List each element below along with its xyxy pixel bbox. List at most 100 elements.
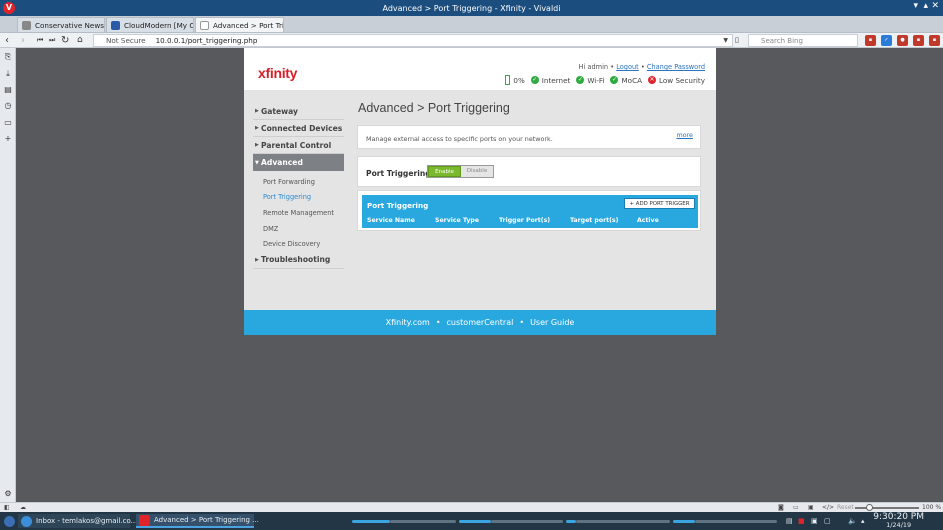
nav-troubleshooting[interactable]: ▶ Troubleshooting: [253, 252, 344, 269]
column-header: Trigger Port(s): [499, 217, 551, 224]
footer-link-customercentral[interactable]: customerCentral: [447, 318, 514, 327]
change-password-link[interactable]: Change Password: [647, 63, 705, 71]
vivaldi-tray-icon[interactable]: ■: [795, 514, 808, 528]
reload-icon[interactable]: ↻: [61, 34, 69, 47]
add-panel-icon[interactable]: +: [3, 134, 13, 144]
column-header: Service Type: [435, 217, 480, 224]
disable-button[interactable]: Disable: [461, 166, 493, 177]
description-card: Manage external access to specific ports…: [357, 125, 701, 149]
address-field[interactable]: Not Secure 10.0.0.1/port_triggering.php …: [93, 34, 733, 47]
window-title: Advanced > Port Triggering - Xfinity - V…: [382, 3, 561, 13]
tab-label: CloudModern [My Cloud: [124, 20, 194, 30]
window-titlebar: V Advanced > Port Triggering - Xfinity -…: [0, 0, 943, 16]
minimize-icon[interactable]: ▾: [913, 1, 918, 11]
zoom-slider-knob[interactable]: [866, 504, 873, 511]
nav-remote-management[interactable]: Remote Management: [253, 205, 344, 221]
bookmarks-icon[interactable]: ⎘: [3, 52, 13, 62]
battery-label: 0%: [513, 75, 525, 85]
adblock-icon[interactable]: ●: [897, 35, 908, 46]
activity-bar: [352, 520, 390, 523]
maximize-icon[interactable]: ▴: [923, 1, 928, 11]
more-link[interactable]: more: [676, 131, 693, 139]
rewind-icon[interactable]: ⏮: [37, 34, 43, 47]
activity-bar: [390, 520, 456, 523]
tab-conservative-news[interactable]: Conservative News and: [17, 17, 105, 32]
check-icon: ✓: [576, 76, 585, 84]
extension-icon[interactable]: ▪: [865, 35, 876, 46]
nav-label: Gateway: [261, 106, 298, 116]
window-panel-icon[interactable]: ▭: [3, 118, 13, 128]
panel-toggle-icon[interactable]: ◧: [4, 504, 10, 511]
notes-icon[interactable]: ▤: [3, 85, 13, 95]
zoom-reset-button[interactable]: Reset: [837, 504, 854, 511]
home-icon[interactable]: ⌂: [77, 34, 83, 47]
back-icon[interactable]: ‹: [5, 34, 9, 47]
nav-advanced[interactable]: ▼ Advanced: [253, 154, 344, 171]
nav-device-discovery[interactable]: Device Discovery: [253, 236, 344, 252]
search-input[interactable]: Search Bing: [748, 34, 858, 47]
enable-button[interactable]: Enable: [428, 166, 461, 177]
activity-bar: [673, 520, 695, 523]
taskbar-item-vivaldi[interactable]: Advanced > Port Triggering ...: [136, 514, 259, 528]
images-icon[interactable]: ▣: [808, 504, 814, 511]
status-label: MoCA: [621, 75, 643, 85]
downloads-icon[interactable]: ⤓: [3, 69, 13, 79]
capture-icon[interactable]: ◙: [778, 504, 784, 511]
settings-gear-icon[interactable]: ⚙: [3, 489, 13, 499]
url-text[interactable]: 10.0.0.1/port_triggering.php: [156, 36, 258, 45]
taskbar-label: Inbox - temlakos@gmail.co...: [36, 517, 138, 525]
taskbar-item-inbox[interactable]: Inbox - temlakos@gmail.co...: [18, 514, 137, 528]
system-clock[interactable]: 9:30:20 PM 1/24/19: [873, 512, 924, 530]
vivaldi-icon: [139, 514, 150, 526]
history-icon[interactable]: ◷: [3, 101, 13, 111]
tray-app-icon[interactable]: ▣: [808, 514, 821, 528]
taskbar-label: Advanced > Port Triggering ...: [154, 516, 259, 524]
nav-dmz[interactable]: DMZ: [253, 221, 344, 237]
clipboard-icon[interactable]: ▤: [783, 514, 796, 528]
add-port-trigger-button[interactable]: + ADD PORT TRIGGER: [624, 198, 695, 209]
cloud-sync-icon[interactable]: ☁: [20, 504, 26, 511]
nav-parental-control[interactable]: ▶ Parental Control: [253, 137, 344, 154]
page-actions-icon[interactable]: </>: [822, 504, 834, 511]
nav-port-triggering[interactable]: Port Triggering: [253, 190, 344, 206]
forward-icon[interactable]: ›: [21, 34, 25, 47]
page-title: Advanced > Port Triggering: [358, 101, 510, 115]
footer-link-xfinity[interactable]: Xfinity.com: [386, 318, 430, 327]
tab-label: Conservative News and: [35, 20, 104, 30]
chevron-right-icon: ▶: [255, 142, 259, 148]
tab-port-triggering[interactable]: Advanced > Port Triggeri: [195, 17, 284, 32]
chevron-down-icon[interactable]: ▼: [723, 37, 728, 44]
logout-link[interactable]: Logout: [616, 63, 639, 71]
battery-status: 0%: [505, 75, 525, 85]
nav-port-forwarding[interactable]: Port Forwarding: [253, 174, 344, 190]
expand-tray-icon[interactable]: ▴: [858, 514, 868, 528]
extension-icon[interactable]: ✓: [881, 35, 892, 46]
zoom-slider[interactable]: [855, 507, 919, 509]
chevron-down-icon: ▼: [255, 159, 259, 166]
nav-connected-devices[interactable]: ▶ Connected Devices: [253, 120, 344, 137]
clock-time: 9:30:20 PM: [873, 512, 924, 522]
port-triggering-label: Port Triggering:: [366, 169, 434, 178]
battery-icon: [505, 75, 511, 85]
security-label[interactable]: Not Secure: [106, 36, 146, 45]
vivaldi-logo-icon[interactable]: V: [3, 2, 15, 14]
extension-icon[interactable]: ▪: [929, 35, 940, 46]
footer-link-user-guide[interactable]: User Guide: [530, 318, 574, 327]
check-icon: ✓: [610, 76, 619, 84]
extension-icon[interactable]: ▪: [913, 35, 924, 46]
tab-cloudmodern[interactable]: CloudModern [My Cloud: [106, 17, 194, 32]
site-nav: ▶ Gateway ▶ Connected Devices ▶ Parental…: [253, 103, 344, 269]
fast-forward-icon[interactable]: ⏭: [49, 34, 55, 47]
footer-separator: •: [435, 318, 441, 327]
tray-app-icon[interactable]: ▢: [821, 514, 834, 528]
bookmark-icon[interactable]: ▯: [735, 34, 739, 47]
nav-gateway[interactable]: ▶ Gateway: [253, 103, 344, 120]
tile-icon[interactable]: ▭: [793, 504, 799, 511]
greeting: Hi admin: [578, 63, 609, 71]
close-window-icon[interactable]: ✕: [931, 1, 939, 11]
xfinity-logo[interactable]: xfinity: [258, 65, 297, 81]
table-title: Port Triggering: [367, 201, 429, 210]
nav-label: Parental Control: [261, 140, 332, 150]
chevron-right-icon: ▶: [255, 256, 259, 263]
address-bar-row: ‹ › ⏮ ⏭ ↻ ⌂ Not Secure 10.0.0.1/port_tri…: [0, 33, 943, 48]
